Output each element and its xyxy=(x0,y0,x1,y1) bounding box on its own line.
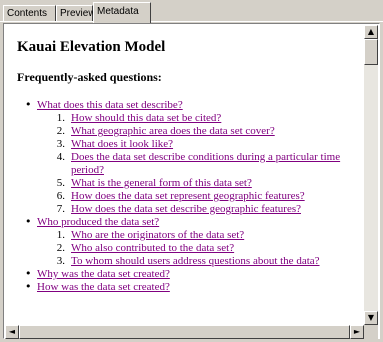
faq-subitem: 3. To whom should users address questions… xyxy=(37,255,362,268)
faq-item: How was the data set created? xyxy=(25,280,362,294)
metadata-panel: Kauai Elevation Model Frequently-asked q… xyxy=(3,23,380,339)
faq-subitem: 6. How does the data set represent geogra… xyxy=(37,190,362,203)
faq-sublist: 1. How should this data set be cited? 2. Wh… xyxy=(37,112,362,216)
arrow-up-icon: ▲ xyxy=(367,27,375,36)
list-number: 2. xyxy=(56,125,65,137)
list-number: 1. xyxy=(56,112,65,124)
faq-sublist: 1. Who are the originators of the data se… xyxy=(37,229,362,268)
vertical-scrollbar[interactable]: ▲ ▼ xyxy=(364,25,378,325)
faq-subquestion-link[interactable]: Who also contributed to the data set? xyxy=(71,242,362,255)
scrollbar-corner xyxy=(364,325,378,339)
faq-question-link[interactable]: What does this data set describe? xyxy=(37,99,362,112)
list-number: 7. xyxy=(56,203,65,215)
faq-list: What does this data set describe?1.How s… xyxy=(17,98,362,294)
metadata-viewport: Kauai Elevation Model Frequently-asked q… xyxy=(5,25,364,325)
arrow-right-icon: ► xyxy=(353,327,361,336)
list-number: 3. xyxy=(56,255,65,267)
horizontal-scroll-thumb[interactable] xyxy=(19,325,350,339)
faq-subquestion-link[interactable]: Does the data set describe conditions du… xyxy=(71,151,362,177)
faq-subquestion-link[interactable]: What geographic area does the data set c… xyxy=(71,125,362,138)
horizontal-scrollbar[interactable]: ◄ ► xyxy=(5,325,364,339)
faq-item: Why was the data set created? xyxy=(25,267,362,281)
faq-item: Who produced the data set?1. Who are the … xyxy=(25,215,362,268)
scroll-right-button[interactable]: ► xyxy=(350,325,364,339)
faq-subitem: 3. What does it look like? xyxy=(37,138,362,151)
arrow-down-icon: ▼ xyxy=(367,313,375,322)
faq-subquestion-link[interactable]: To whom should users address questions a… xyxy=(71,255,362,268)
faq-subquestion-link[interactable]: Who are the originators of the data set? xyxy=(71,229,362,242)
list-number: 3. xyxy=(56,138,65,150)
tab-divider xyxy=(0,21,383,22)
faq-subquestion-link[interactable]: What is the general form of this data se… xyxy=(71,177,362,190)
faq-subitem: 7. How does the data set describe geograp… xyxy=(37,203,362,216)
faq-item: What does this data set describe?1. How s… xyxy=(25,98,362,216)
list-number: 4. xyxy=(56,151,65,163)
arrow-left-icon: ◄ xyxy=(8,327,16,336)
document-title: Kauai Elevation Model xyxy=(17,39,166,55)
faq-subitem: 5. What is the general form of this data … xyxy=(37,177,362,190)
tab-bar: Contents Preview Metadata xyxy=(0,0,383,23)
list-number: 5. xyxy=(56,177,65,189)
faq-subquestion-link[interactable]: How should this data set be cited? xyxy=(71,112,362,125)
faq-subitem: 1. Who are the originators of the data se… xyxy=(37,229,362,242)
list-number: 6. xyxy=(56,190,65,202)
faq-question-link[interactable]: Who produced the data set? xyxy=(37,216,362,229)
tab-preview[interactable]: Preview xyxy=(56,5,96,21)
tab-contents[interactable]: Contents xyxy=(3,5,56,21)
list-number: 2. xyxy=(56,242,65,254)
tab-metadata[interactable]: Metadata xyxy=(93,2,151,23)
faq-subitem: 2. What geographic area does the data set… xyxy=(37,125,362,138)
faq-subitem: 4. Does the data set describe conditions … xyxy=(37,151,362,177)
scroll-up-button[interactable]: ▲ xyxy=(364,25,378,39)
faq-question-link[interactable]: Why was the data set created? xyxy=(37,268,362,281)
list-number: 1. xyxy=(56,229,65,241)
faq-subitem: 2. Who also contributed to the data set? xyxy=(37,242,362,255)
faq-heading: Frequently-asked questions: xyxy=(17,70,162,84)
vertical-scroll-thumb[interactable] xyxy=(364,39,378,65)
metadata-document: Kauai Elevation Model Frequently-asked q… xyxy=(17,39,362,294)
scroll-down-button[interactable]: ▼ xyxy=(364,311,378,325)
faq-subquestion-link[interactable]: How does the data set describe geographi… xyxy=(71,203,362,216)
faq-question-link[interactable]: How was the data set created? xyxy=(37,281,362,294)
scroll-left-button[interactable]: ◄ xyxy=(5,325,19,339)
faq-subquestion-link[interactable]: What does it look like? xyxy=(71,138,362,151)
faq-subquestion-link[interactable]: How does the data set represent geograph… xyxy=(71,190,362,203)
faq-subitem: 1. How should this data set be cited? xyxy=(37,112,362,125)
